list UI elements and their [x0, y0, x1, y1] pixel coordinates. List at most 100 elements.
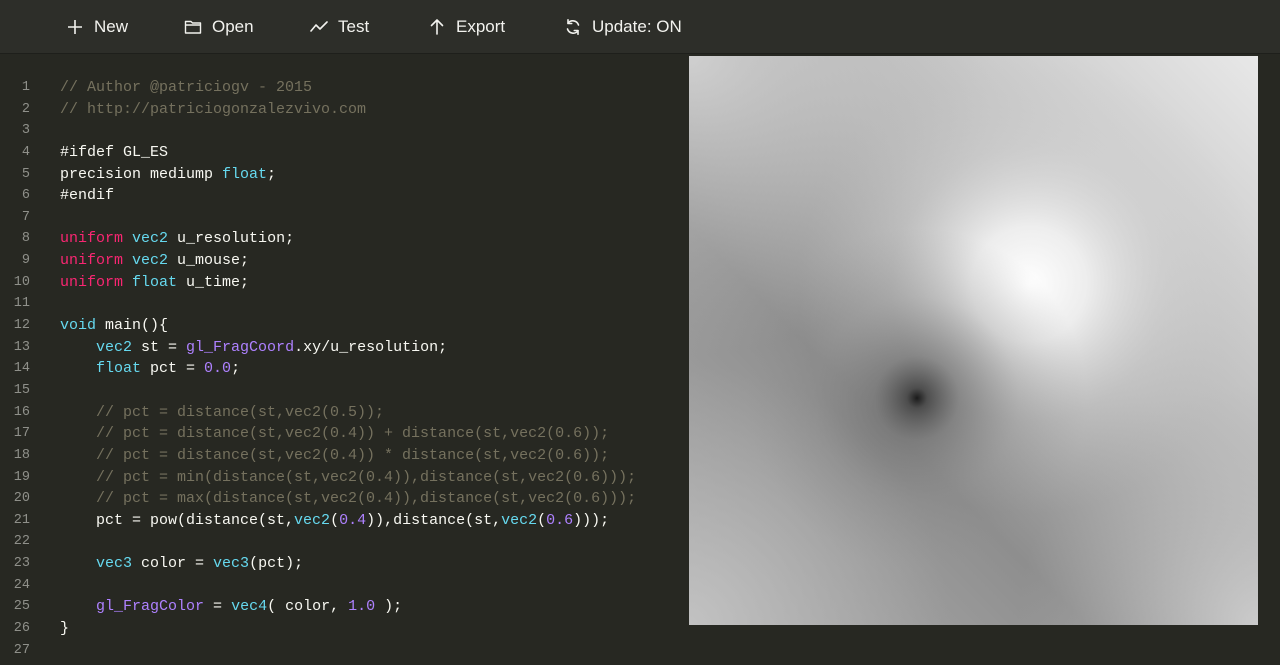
code-line[interactable]: void main(){: [60, 315, 685, 337]
code-token: float: [222, 165, 268, 183]
line-number: 27: [13, 642, 30, 658]
line-number: 18: [13, 447, 30, 463]
code-token: void: [60, 317, 97, 335]
code-token: gl_FragCoord: [186, 338, 295, 356]
code-editor[interactable]: 1 2 3 4 5 6 7 8 9 10 11 12 13 14 15 16 17 18 19 20 21 22 23 24 2…: [0, 55, 689, 665]
code-token: color =: [132, 555, 214, 573]
code-token: main(){: [96, 317, 169, 335]
code-text-area[interactable]: // Author @patriciogv - 2015 // http://pa…: [60, 77, 685, 661]
new-button[interactable]: New: [66, 0, 128, 54]
line-number: 20: [13, 491, 30, 507]
code-line[interactable]: gl_FragColor = vec4( color, 1.0 );: [60, 596, 685, 618]
export-button[interactable]: Export: [428, 0, 505, 54]
code-token: (: [330, 511, 340, 529]
code-token: vec4: [231, 598, 268, 616]
code-token: float: [132, 273, 178, 291]
line-number: 26: [13, 621, 30, 637]
code-token: (: [537, 511, 547, 529]
line-number: 6: [21, 188, 30, 204]
code-line[interactable]: float pct = 0.0;: [60, 358, 685, 380]
code-line[interactable]: [60, 293, 685, 315]
code-line[interactable]: // http://patriciogonzalezvivo.com: [60, 99, 685, 121]
code-line[interactable]: vec2 st = gl_FragCoord.xy/u_resolution;: [60, 337, 685, 359]
code-line[interactable]: }: [60, 618, 685, 640]
code-line[interactable]: // pct = min(distance(st,vec2(0.4)),dist…: [60, 467, 685, 489]
code-line[interactable]: [60, 120, 685, 142]
code-token: vec3: [213, 555, 250, 573]
open-button[interactable]: Open: [184, 0, 254, 54]
line-number-gutter: 1 2 3 4 5 6 7 8 9 10 11 12 13 14 15 16 17 18 19 20 21 22 23 24 2…: [0, 77, 40, 661]
test-button[interactable]: Test: [310, 0, 369, 54]
line-number: 13: [13, 339, 30, 355]
code-token: vec3: [96, 555, 133, 573]
line-number: 22: [13, 534, 30, 550]
arrow-up-icon: [428, 18, 446, 36]
code-line[interactable]: vec3 color = vec3(pct);: [60, 553, 685, 575]
code-token: precision mediump: [60, 165, 223, 183]
line-number: 16: [13, 404, 30, 420]
line-number: 8: [21, 231, 30, 247]
code-line[interactable]: uniform float u_time;: [60, 272, 685, 294]
code-line[interactable]: #ifdef GL_ES: [60, 142, 685, 164]
update-toggle-button[interactable]: Update: ON: [564, 0, 682, 54]
code-token: 0.4: [339, 511, 367, 529]
code-token: // pct = max(distance(st,vec2(0.4)),dist…: [60, 490, 637, 508]
code-token: float: [96, 360, 142, 378]
code-line[interactable]: uniform vec2 u_mouse;: [60, 250, 685, 272]
line-number: 7: [21, 209, 30, 225]
code-line[interactable]: uniform vec2 u_resolution;: [60, 228, 685, 250]
folder-icon: [184, 18, 202, 36]
code-token: uniform: [60, 273, 124, 291]
code-token: ;: [231, 360, 241, 378]
new-button-label: New: [94, 17, 129, 36]
line-number: 19: [13, 469, 30, 485]
code-line[interactable]: // pct = distance(st,vec2(0.4)) + distan…: [60, 423, 685, 445]
code-token: =: [204, 598, 232, 616]
code-line[interactable]: // Author @patriciogv - 2015: [60, 77, 685, 99]
code-line[interactable]: // pct = max(distance(st,vec2(0.4)),dist…: [60, 488, 685, 510]
code-token: vec2: [132, 252, 169, 270]
code-line[interactable]: [60, 531, 685, 553]
code-line[interactable]: pct = pow(distance(st,vec2(0.4)),distanc…: [60, 510, 685, 532]
line-number: 12: [13, 318, 30, 334]
code-token: )));: [573, 511, 610, 529]
code-token: pct =: [141, 360, 205, 378]
code-line[interactable]: [60, 640, 685, 662]
chart-line-icon: [310, 18, 328, 36]
code-token: // pct = min(distance(st,vec2(0.4)),dist…: [60, 468, 637, 486]
line-number: 17: [13, 426, 30, 442]
code-token: u_resolution;: [168, 230, 295, 248]
shader-preview-image: [689, 56, 1258, 625]
code-token: ( color,: [267, 598, 349, 616]
code-token: ;: [267, 165, 277, 183]
toolbar: New Open Test Export Update: ON: [0, 0, 1280, 54]
code-line[interactable]: #endif: [60, 185, 685, 207]
code-token: // pct = distance(st,vec2(0.5));: [60, 403, 385, 421]
line-number: 14: [13, 361, 30, 377]
code-token: // http://patriciogonzalezvivo.com: [60, 100, 367, 118]
code-token: );: [375, 598, 403, 616]
code-line[interactable]: // pct = distance(st,vec2(0.4)) * distan…: [60, 445, 685, 467]
code-token: u_time;: [177, 273, 250, 291]
shader-preview-canvas[interactable]: [689, 56, 1258, 625]
code-line[interactable]: [60, 207, 685, 229]
code-token: #endif: [60, 187, 115, 205]
line-number: 25: [13, 599, 30, 615]
code-line[interactable]: // pct = distance(st,vec2(0.5));: [60, 402, 685, 424]
line-number: 2: [21, 101, 30, 117]
code-line[interactable]: [60, 575, 685, 597]
line-number: 21: [13, 512, 30, 528]
code-line[interactable]: precision mediump float;: [60, 164, 685, 186]
code-line[interactable]: [60, 380, 685, 402]
plus-icon: [66, 18, 84, 36]
export-button-label: Export: [456, 17, 506, 36]
code-token: }: [60, 620, 70, 638]
code-token: #ifdef GL_ES: [60, 143, 169, 161]
line-number: 10: [13, 274, 30, 290]
